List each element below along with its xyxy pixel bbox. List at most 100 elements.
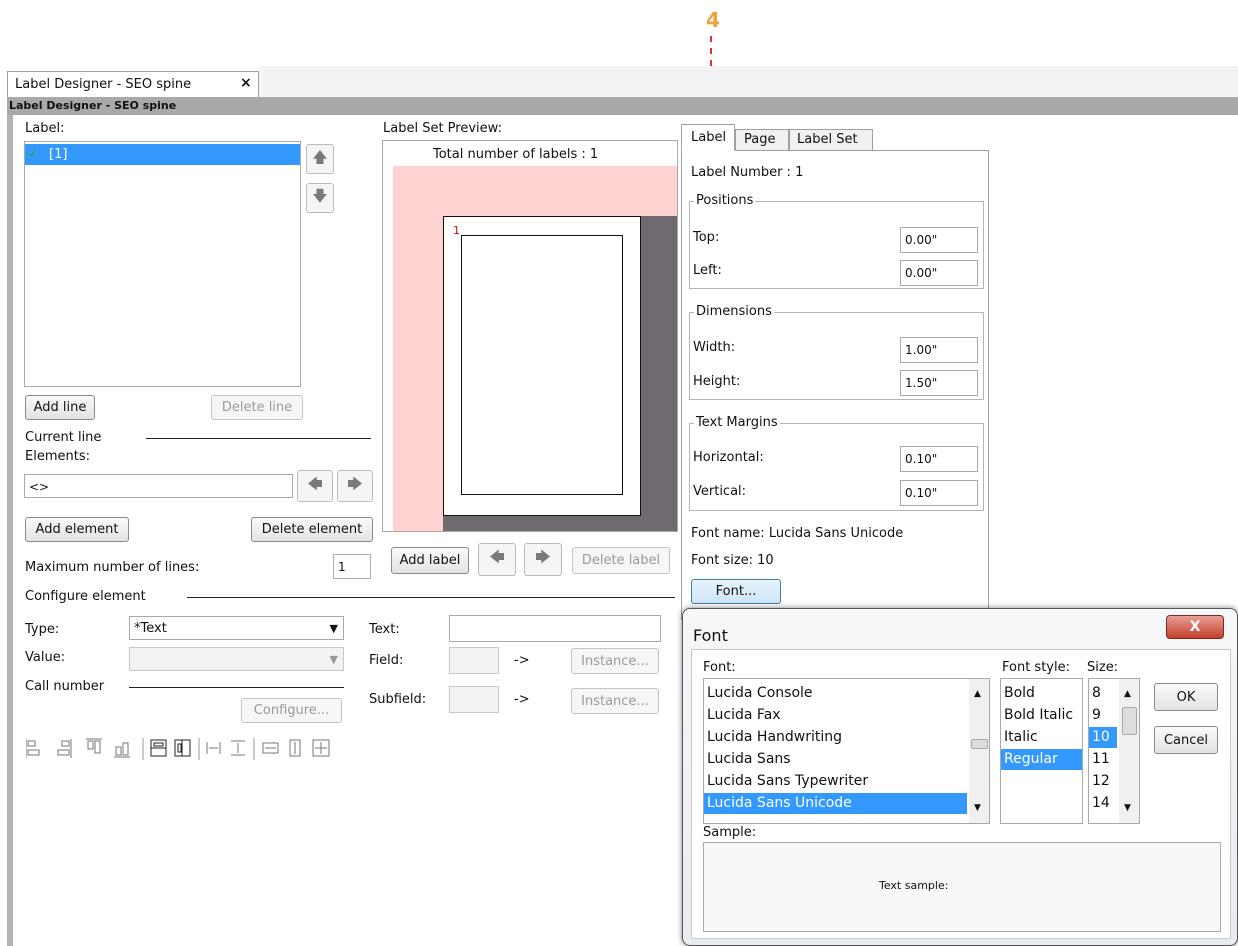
size-list-item[interactable]: 9 [1089,705,1117,726]
horizontal-input[interactable]: 0.10" [900,446,978,472]
sample-label: Sample: [703,825,757,840]
font-size-text: Font size: 10 [691,553,774,568]
left-input[interactable]: 0.00" [900,260,978,286]
document-tab[interactable]: Label Designer - SEO spine × [7,71,259,98]
delete-line-button[interactable]: Delete line [211,395,303,420]
cancel-button[interactable]: Cancel [1154,726,1218,754]
width-input[interactable]: 1.00" [900,337,978,363]
ok-button[interactable]: OK [1154,683,1218,711]
style-list-item[interactable]: Bold [1001,683,1082,704]
alignment-toolbar [25,738,386,760]
font-list-item[interactable]: Lucida Sans [704,749,967,770]
style-list-item[interactable]: Bold Italic [1001,705,1082,726]
size-list-item-selected[interactable]: 10 [1089,727,1117,748]
scroll-down-icon[interactable]: ▼ [974,803,981,813]
move-up-button[interactable]: 🡅 [306,144,334,174]
tab-page-text: Page [744,132,776,147]
font-list-label: Font: [703,660,736,675]
tab-label-set[interactable]: Label Set [789,129,873,151]
dimensions-legend: Dimensions [694,304,774,319]
configure-button[interactable]: Configure... [241,698,342,723]
add-line-button[interactable]: Add line [25,395,95,420]
font-list-item-selected[interactable]: Lucida Sans Unicode [704,793,967,814]
document-tab-title: Label Designer - SEO spine [15,77,192,92]
properties-panel: Label Number : 1 Positions Top: 0.00" Le… [681,150,989,620]
dropdown-arrow-icon: ▼ [329,622,338,635]
font-dialog-body: Font: Font style: Size: Lucida Console L… [691,649,1231,939]
field-instance-button[interactable]: Instance... [571,648,659,674]
size-list-item[interactable]: 12 [1089,771,1117,792]
text-margins-legend: Text Margins [694,415,780,430]
type-select-value: *Text [134,621,167,636]
font-list-item[interactable]: Lucida Console [704,683,967,704]
label-list-item[interactable]: ✓ [1] [25,144,300,165]
height-input[interactable]: 1.50" [900,370,978,396]
size-list[interactable]: 8 9 10 11 12 14 ▲ ▼ [1088,678,1140,824]
font-button[interactable]: Font... [691,579,781,604]
subfield-input[interactable] [449,686,499,713]
add-label-button[interactable]: Add label [391,547,469,574]
align-bottom-icon [114,742,130,758]
label-list[interactable]: ✓ [1] [24,141,301,387]
scroll-up-icon[interactable]: ▲ [974,689,981,699]
size-list-scrollbar[interactable]: ▲ ▼ [1119,679,1139,823]
value-select[interactable]: ▼ [129,647,344,671]
style-list-item[interactable]: Italic [1001,727,1082,748]
delete-label-button[interactable]: Delete label [572,547,670,574]
scroll-up-icon[interactable]: ▲ [1124,689,1131,699]
current-line-label: Current line [25,430,102,445]
same-width-icon [262,742,279,754]
top-input[interactable]: 0.00" [900,227,978,253]
elements-field[interactable]: <> [24,474,293,498]
preview-total: Total number of labels : 1 [433,147,599,162]
vertical-input[interactable]: 0.10" [900,480,978,506]
dialog-close-button[interactable]: X [1166,615,1224,639]
label-list-item-text: [1] [49,147,68,162]
preview-header: Label Set Preview: [383,121,502,136]
align-right-icon [57,739,72,758]
label-next-button[interactable]: 🡆 [524,543,562,576]
value-label: Value: [25,650,66,665]
label-number: Label Number : 1 [691,165,804,180]
checkmark-icon: ✓ [28,147,39,162]
label-prev-button[interactable]: 🡄 [478,543,516,576]
font-list-scrollbar[interactable]: ▲ ▼ [969,679,989,823]
text-input[interactable] [449,615,661,642]
element-left-button[interactable]: 🡄 [297,470,333,502]
size-list-item[interactable]: 8 [1089,683,1117,704]
delete-element-button[interactable]: Delete element [251,517,373,542]
center-vertical-icon [174,739,191,757]
element-right-button[interactable]: 🡆 [337,470,373,502]
text-margins-group: Text Margins Horizontal: 0.10" Vertical:… [689,415,984,511]
add-element-button[interactable]: Add element [25,517,129,542]
scroll-thumb[interactable] [1122,707,1137,735]
size-list-item[interactable]: 11 [1089,749,1117,770]
font-list[interactable]: Lucida Console Lucida Fax Lucida Handwri… [703,678,990,824]
preview-label-index: 1 [453,224,460,237]
field-arrow: -> [514,653,530,668]
move-down-button[interactable]: 🡇 [306,183,334,213]
elements-label: Elements: [25,449,90,464]
font-dialog: Font X Font: Font style: Size: Lucida Co… [682,608,1238,946]
font-name-text: Font name: Lucida Sans Unicode [691,526,904,541]
type-select[interactable]: *Text ▼ [129,616,344,640]
style-list[interactable]: Bold Bold Italic Italic Regular [1000,678,1083,824]
field-input[interactable] [449,647,499,674]
font-list-item[interactable]: Lucida Fax [704,705,967,726]
window-title: Label Designer - SEO spine [9,99,177,112]
left-label: Left: [693,263,722,278]
tab-label[interactable]: Label [681,124,735,151]
tab-page[interactable]: Page [735,129,789,151]
scroll-thumb[interactable] [971,739,988,749]
font-list-item[interactable]: Lucida Sans Typewriter [704,771,967,792]
step-number-annotation: 4 [706,8,720,32]
font-list-item[interactable]: Lucida Handwriting [704,727,967,748]
size-list-item[interactable]: 14 [1089,793,1117,814]
max-lines-field[interactable]: 1 [333,554,371,579]
subfield-instance-button[interactable]: Instance... [571,688,659,714]
scroll-down-icon[interactable]: ▼ [1124,803,1131,813]
close-icon[interactable]: × [240,75,252,91]
subfield-arrow: -> [514,692,530,707]
dimensions-group: Dimensions Width: 1.00" Height: 1.50" [689,304,984,400]
style-list-item-selected[interactable]: Regular [1001,749,1082,770]
